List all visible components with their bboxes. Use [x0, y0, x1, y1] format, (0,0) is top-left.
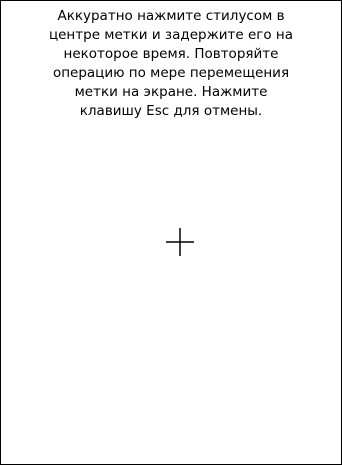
crosshair-icon[interactable] — [163, 225, 197, 259]
calibration-screen[interactable]: Аккуратно нажмите стилусом в центре метк… — [0, 0, 342, 465]
calibration-instructions: Аккуратно нажмите стилусом в центре метк… — [48, 8, 294, 119]
